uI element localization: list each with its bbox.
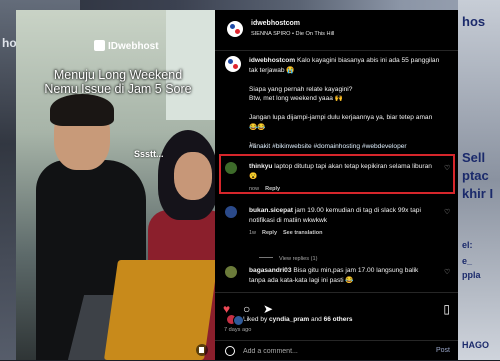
commenter-avatar[interactable]	[225, 266, 237, 278]
video-brand: IDwebhost	[94, 40, 159, 52]
audio-track[interactable]: SIENNA SPIRO • Die On This Hill	[251, 31, 334, 37]
likes-summary: Liked by cyndia_pram and 66 others	[227, 315, 353, 326]
action-bar: ♥ ○ ➤ ▯	[215, 292, 458, 315]
see-translation-button[interactable]: See translation	[283, 230, 322, 236]
post-header: idwebhostcom SIENNA SPIRO • Die On This …	[215, 10, 458, 51]
account-username[interactable]: idwebhostcom	[251, 20, 300, 27]
post-side-panel: idwebhostcom SIENNA SPIRO • Die On This …	[215, 10, 458, 360]
bg-word: hos	[462, 14, 486, 29]
caption-avatar[interactable]	[225, 56, 241, 72]
comment-username[interactable]: bukan.sicepat	[249, 207, 293, 214]
liker-username[interactable]: cyndia_pram	[269, 316, 309, 323]
bg-word: HAGO	[462, 340, 489, 350]
share-icon[interactable]: ➤	[263, 303, 273, 315]
comment-item: bagasandri03 Bisa gitu min,pas jam 17.00…	[249, 267, 419, 284]
comment-item: thinkyu laptop ditutup tapi akan tetap k…	[249, 163, 432, 180]
post-comment-button[interactable]: Post	[436, 347, 450, 354]
bg-word: el:	[462, 240, 473, 250]
background-right: hos Sell ptac khir I el: e_ ppla HAGO	[458, 0, 500, 360]
commenter-avatar[interactable]	[225, 206, 237, 218]
post-caption: idwebhostcom Kalo kayagini biasanya abis…	[249, 57, 440, 150]
liker-avatar	[233, 315, 244, 326]
post-date: 7 days ago	[224, 327, 252, 333]
comment-username[interactable]: bagasandri03	[249, 267, 292, 274]
comment-icon[interactable]: ○	[243, 303, 250, 315]
video-window	[166, 10, 215, 120]
comment-meta: now Reply	[249, 186, 281, 192]
comment-meta: 1w Reply See translation	[249, 230, 323, 236]
bg-word: ptac	[462, 168, 489, 183]
caption-hashtags[interactable]: #anakit #bikinwebsite #domainhosting #we…	[249, 143, 407, 150]
comment-like-icon[interactable]: ♡	[444, 269, 450, 276]
add-comment-input[interactable]	[243, 345, 403, 357]
like-heart-icon[interactable]: ♥	[223, 303, 230, 315]
caption-username[interactable]: idwebhostcom	[249, 57, 295, 64]
reel-video[interactable]: IDwebhost Menuju Long Weekend Nemu Issue…	[16, 10, 215, 360]
bookmark-icon[interactable]: ▯	[443, 303, 450, 315]
bg-word: e_	[462, 256, 473, 266]
bg-word: ppla	[462, 270, 481, 280]
post-modal: IDwebhost Menuju Long Weekend Nemu Issue…	[16, 10, 458, 360]
emoji-icon[interactable]	[225, 346, 235, 356]
bg-word: Sell	[462, 150, 486, 165]
reply-button[interactable]: Reply	[262, 230, 277, 236]
view-replies-button[interactable]: View replies (1)	[259, 256, 317, 262]
comment-like-icon[interactable]: ♡	[444, 209, 450, 216]
likes-count[interactable]: 66 others	[324, 316, 353, 323]
video-caption: Menuju Long Weekend Nemu Issue di Jam 5 …	[44, 68, 192, 96]
comment-username[interactable]: thinkyu	[249, 163, 272, 170]
account-avatar[interactable]	[227, 21, 243, 37]
caption-time: 1w	[249, 142, 257, 148]
mute-icon[interactable]	[196, 344, 208, 356]
reply-button[interactable]: Reply	[265, 186, 280, 192]
comment-item: bukan.sicepat jam 19.00 kemudian di tag …	[249, 207, 421, 224]
idwebhost-logo-icon	[94, 40, 105, 51]
comment-like-icon[interactable]: ♡	[444, 165, 450, 172]
add-comment-bar: Post	[215, 340, 458, 361]
commenter-avatar[interactable]	[225, 162, 237, 174]
bg-word: khir I	[462, 186, 494, 201]
video-overlay-text: Ssstt...	[134, 149, 164, 159]
